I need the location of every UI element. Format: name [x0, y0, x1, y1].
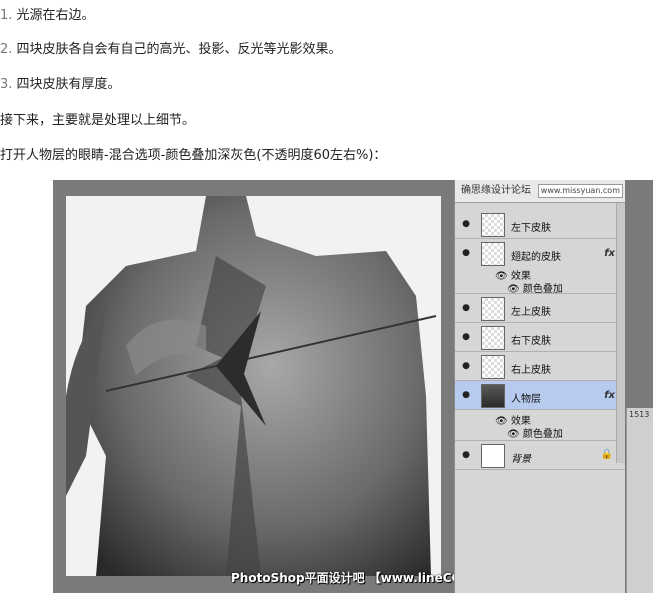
layer-name: 翅起的皮肤 — [511, 252, 561, 263]
panel-scrollbar[interactable] — [616, 203, 625, 463]
layer-name: 左上皮肤 — [511, 307, 551, 318]
color-overlay-label: 👁 颜色叠加 — [507, 429, 563, 440]
eye-icon[interactable]: ● — [461, 450, 471, 460]
layer-row[interactable]: ● 左上皮肤 — [455, 294, 625, 323]
side-panel-strip: 1513 — [626, 408, 653, 593]
fx-icon[interactable]: fx — [604, 390, 615, 401]
layer-name: 左下皮肤 — [511, 223, 551, 234]
document-canvas — [66, 196, 441, 576]
side-panel-number: 1513 — [629, 410, 650, 419]
layer-name: 人物层 — [511, 394, 541, 405]
layer-row[interactable]: ● 背景 🔒 — [455, 441, 625, 470]
layer-row[interactable]: ● 右上皮肤 — [455, 352, 625, 381]
eye-icon[interactable]: ● — [461, 332, 471, 342]
layer-thumbnail — [481, 242, 505, 266]
layer-row[interactable]: ● 右下皮肤 — [455, 323, 625, 352]
line-number: 1. — [0, 8, 13, 23]
line-number: 3. — [0, 77, 13, 92]
color-overlay-label: 👁 颜色叠加 — [507, 284, 563, 295]
eye-icon[interactable]: ● — [461, 219, 471, 229]
instruction-line-1: 1. 光源在右边。 — [0, 8, 95, 24]
layer-name: 背景 — [511, 454, 531, 465]
line-text: 光源在右边。 — [16, 8, 95, 23]
layer-thumbnail — [481, 213, 505, 237]
layer-thumbnail — [481, 384, 505, 408]
instruction-line-2: 2. 四块皮肤各自会有自己的高光、投影、反光等光影效果。 — [0, 42, 342, 58]
photoshop-screenshot: PhotoShop平面设计吧 【www.lineCG.com/tieba/178… — [53, 180, 653, 593]
lock-icon: 🔒 — [600, 449, 613, 460]
layer-thumbnail — [481, 444, 505, 468]
line-text: 四块皮肤各自会有自己的高光、投影、反光等光影效果。 — [16, 42, 342, 57]
layer-row[interactable]: ● 翅起的皮肤 fx 👁 效果 👁 颜色叠加 — [455, 239, 625, 295]
layer-thumbnail — [481, 355, 505, 379]
eye-icon[interactable]: ● — [461, 303, 471, 313]
layer-row-selected[interactable]: ● 人物层 fx — [455, 381, 625, 410]
layer-thumbnail — [481, 297, 505, 321]
instruction-line-4: 接下来，主要就是处理以上细节。 — [0, 113, 195, 129]
fx-icon[interactable]: fx — [604, 248, 615, 259]
eye-icon[interactable]: ● — [461, 248, 471, 258]
layer-name: 右下皮肤 — [511, 336, 551, 347]
instruction-line-5: 打开人物层的眼睛-混合选项-颜色叠加深灰色(不透明度60左右%)： — [0, 148, 386, 164]
line-text: 打开人物层的眼睛-混合选项-颜色叠加深灰色(不透明度60左右%)： — [0, 148, 387, 163]
layer-thumbnail — [481, 326, 505, 350]
back-illustration — [66, 196, 441, 576]
line-number: 2. — [0, 42, 13, 57]
effects-group: 👁 效果 👁 颜色叠加 — [455, 410, 625, 441]
panel-title: 确思缘设计论坛 — [461, 185, 531, 196]
eye-icon[interactable]: ● — [461, 361, 471, 371]
layers-panel: 确思缘设计论坛 www.missyuan.com ● 左下皮肤 ● 翅起的皮肤 … — [454, 180, 625, 593]
layer-name: 右上皮肤 — [511, 365, 551, 376]
instruction-line-3: 3. 四块皮肤有厚度。 — [0, 77, 121, 93]
eye-icon[interactable]: ● — [461, 390, 471, 400]
panel-badge: www.missyuan.com — [537, 184, 623, 198]
panel-header: 确思缘设计论坛 www.missyuan.com — [455, 180, 625, 203]
line-text: 四块皮肤有厚度。 — [16, 77, 121, 92]
layer-row[interactable]: ● 左下皮肤 — [455, 210, 625, 239]
line-text: 接下来，主要就是处理以上细节。 — [0, 113, 196, 128]
